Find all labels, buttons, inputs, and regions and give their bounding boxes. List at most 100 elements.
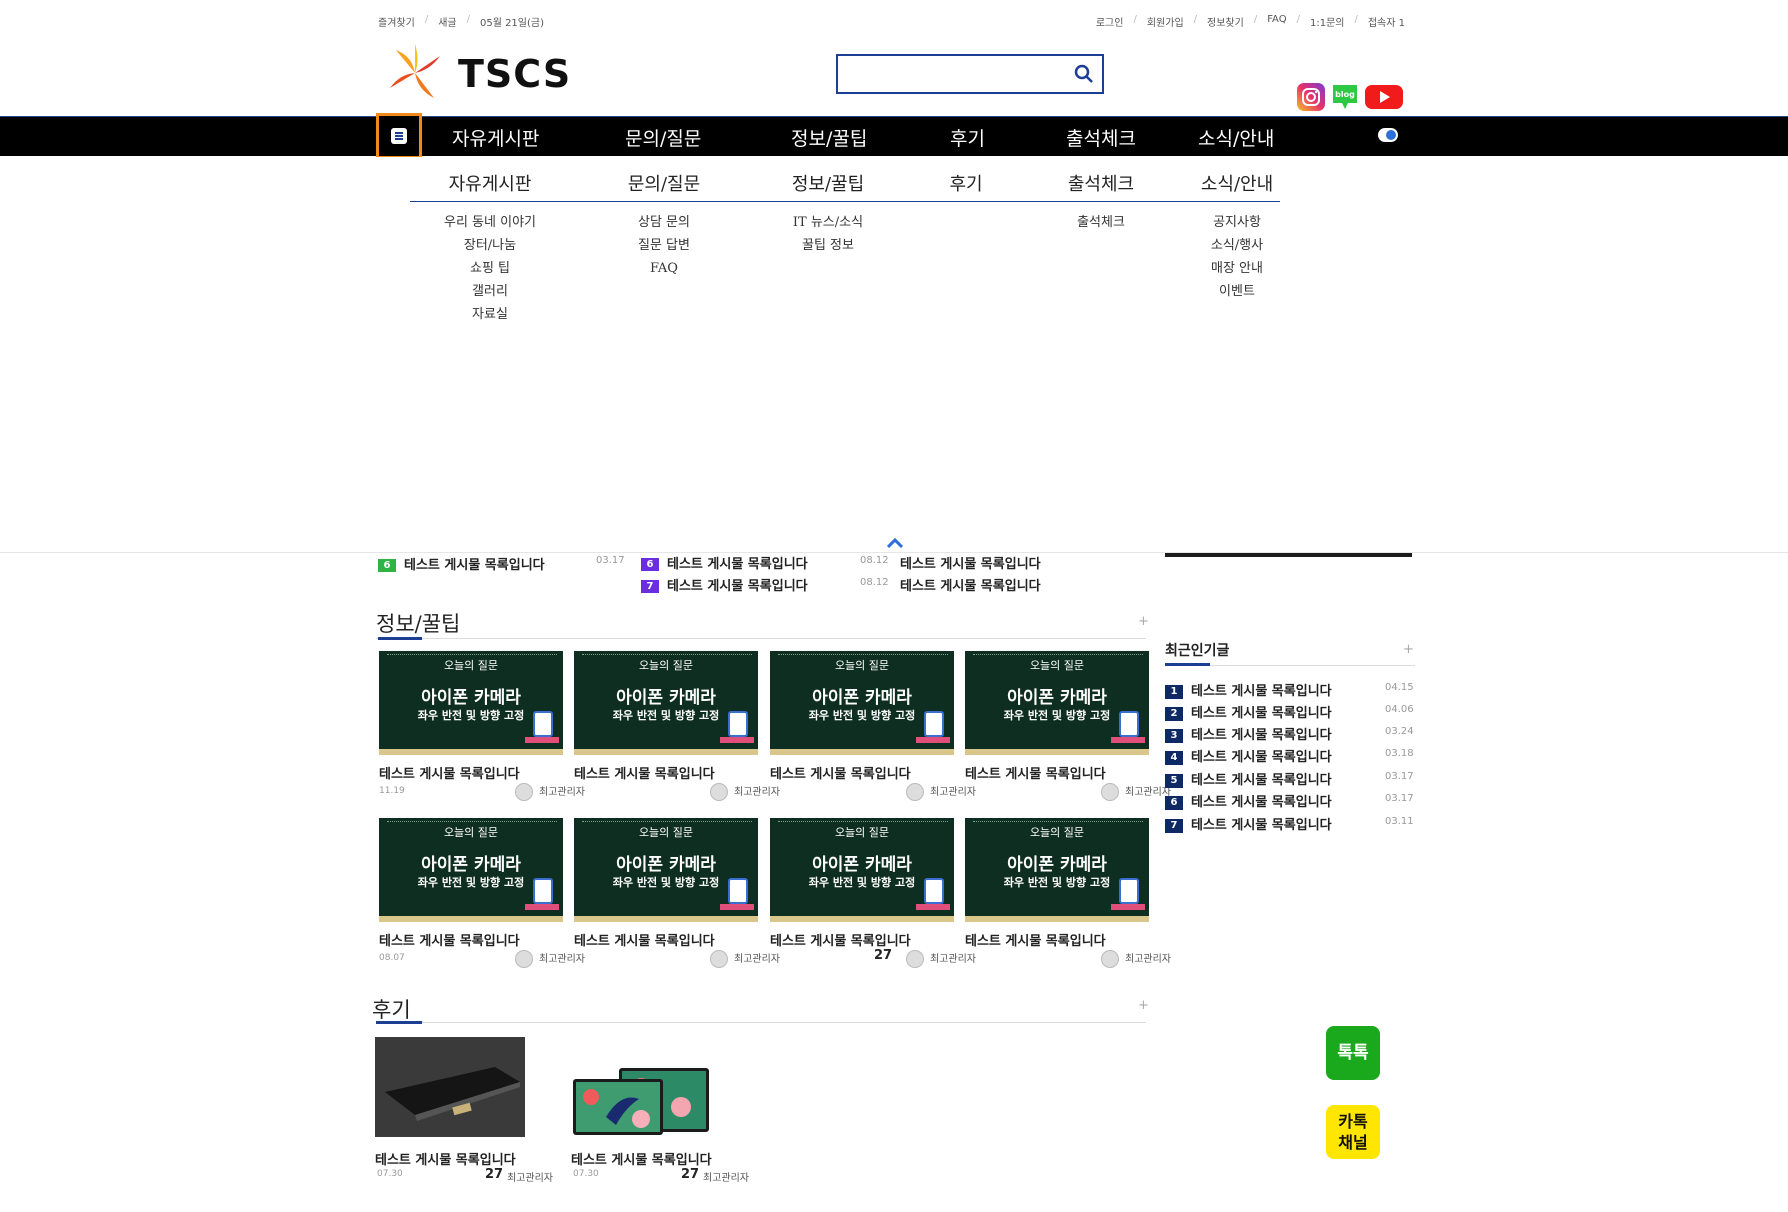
mega-menu-item[interactable]: FAQ — [574, 257, 754, 280]
popular-item-title: 테스트 게시물 목록입니다 — [1191, 684, 1332, 699]
logo-text: TSCS — [458, 52, 572, 96]
mega-menu-heading[interactable]: 문의/질문 — [574, 169, 754, 201]
more-info-link[interactable]: + — [1138, 614, 1149, 629]
nav-attendance[interactable]: 출석체크 — [1066, 124, 1136, 151]
list-item-title: 테스트 게시물 목록입니다 — [667, 557, 808, 572]
talk-button[interactable]: 톡톡 — [1326, 1026, 1380, 1080]
list-item[interactable]: 6 테스트 게시물 목록입니다 — [641, 553, 808, 572]
mega-menu-item[interactable]: 갤러리 — [400, 280, 580, 303]
new-posts-link[interactable]: 새글 — [438, 14, 456, 29]
avatar — [1101, 950, 1119, 968]
popular-item[interactable]: 5 테스트 게시물 목록입니다 — [1165, 769, 1332, 788]
avatar — [906, 783, 924, 801]
post-thumbnail: 오늘의 질문 아이폰 카메라 좌우 반전 및 방향 고정 — [574, 651, 758, 755]
section-title-underline — [378, 637, 422, 640]
thumbnail-title: 아이폰 카메라 — [1007, 855, 1107, 875]
thumbnail-stand — [916, 737, 950, 743]
site-logo[interactable]: TSCS — [384, 42, 584, 104]
review-count: 27 — [485, 1167, 504, 1182]
search-input[interactable] — [838, 56, 1058, 92]
mega-menu-item[interactable]: IT 뉴스/소식 — [738, 211, 918, 234]
post-thumbnail: 오늘의 질문 아이폰 카메라 좌우 반전 및 방향 고정 — [770, 651, 954, 755]
mega-menu-item[interactable]: 장터/나눔 — [400, 234, 580, 257]
thumbnail-stand — [916, 904, 950, 910]
phone-icon — [924, 711, 944, 737]
mega-menu-item[interactable]: 우리 동네 이야기 — [400, 211, 580, 234]
mega-menu-item[interactable]: 소식/행사 — [1147, 234, 1327, 257]
rank-badge: 7 — [1165, 818, 1183, 833]
review-title: 테스트 게시물 목록입니다 — [375, 1153, 516, 1168]
separator: / — [1193, 14, 1198, 25]
popular-item[interactable]: 3 테스트 게시물 목록입니다 — [1165, 724, 1332, 743]
chevron-up-icon[interactable] — [884, 536, 906, 550]
list-item[interactable]: 6 테스트 게시물 목록입니다 — [378, 554, 545, 573]
section-divider — [376, 638, 1146, 639]
phone-icon — [728, 878, 748, 904]
phone-icon — [924, 878, 944, 904]
popular-item-title: 테스트 게시물 목록입니다 — [1191, 728, 1332, 743]
post-author: 최고관리자 — [734, 954, 780, 965]
rank-badge: 6 — [1165, 795, 1183, 810]
mega-menu-item[interactable]: 쇼핑 팁 — [400, 257, 580, 280]
thumbnail-title: 아이폰 카메라 — [616, 688, 716, 708]
visitor-count[interactable]: 접속자 1 — [1368, 14, 1405, 29]
mega-menu-heading[interactable]: 소식/안내 — [1147, 169, 1327, 201]
avatar — [515, 950, 533, 968]
nav-news[interactable]: 소식/안내 — [1198, 124, 1274, 151]
popular-item[interactable]: 2 테스트 게시물 목록입니다 — [1165, 702, 1332, 721]
mega-menu-heading[interactable]: 자유게시판 — [400, 169, 580, 201]
popular-title: 최근인기글 — [1165, 643, 1230, 659]
thumbnail-caption: 오늘의 질문 — [443, 659, 499, 672]
mega-menu-item[interactable]: 상담 문의 — [574, 211, 754, 234]
bookmark-link[interactable]: 즐겨찾기 — [378, 14, 415, 29]
login-link[interactable]: 로그인 — [1096, 14, 1124, 29]
list-item[interactable]: 7 테스트 게시물 목록입니다 — [641, 575, 808, 594]
post-date: 08.07 — [379, 953, 405, 963]
mega-menu-item[interactable]: 꿀팁 정보 — [738, 234, 918, 257]
more-popular-link[interactable]: + — [1403, 642, 1414, 657]
youtube-icon[interactable] — [1364, 82, 1404, 112]
popular-item-date: 04.15 — [1385, 682, 1414, 693]
more-review-link[interactable]: + — [1138, 998, 1149, 1013]
review-image-tablet — [571, 1037, 721, 1137]
separator: / — [1253, 14, 1258, 25]
search-icon[interactable] — [1072, 62, 1096, 86]
list-item-title[interactable]: 테스트 게시물 목록입니다 — [900, 553, 1041, 572]
mega-menu-item[interactable]: 공지사항 — [1147, 211, 1327, 234]
thumbnail-stand — [720, 904, 754, 910]
instagram-icon[interactable] — [1296, 82, 1326, 112]
popular-item[interactable]: 6 테스트 게시물 목록입니다 — [1165, 791, 1332, 810]
nav-info-tips[interactable]: 정보/꿀팁 — [791, 124, 867, 151]
faq-link[interactable]: FAQ — [1267, 14, 1286, 29]
phone-icon — [533, 878, 553, 904]
kakao-channel-button[interactable]: 카톡 채널 — [1326, 1105, 1380, 1159]
nav-inquiry[interactable]: 문의/질문 — [625, 124, 701, 151]
popular-item-date: 03.18 — [1385, 748, 1414, 759]
thumbnail-title: 아이폰 카메라 — [812, 855, 912, 875]
mega-menu-item[interactable]: 자료실 — [400, 303, 580, 326]
post-title: 테스트 게시물 목록입니다 — [574, 934, 715, 949]
post-author: 최고관리자 — [930, 954, 976, 965]
mega-menu-item[interactable]: 질문 답변 — [574, 234, 754, 257]
menu-button[interactable] — [376, 113, 422, 159]
signup-link[interactable]: 회원가입 — [1147, 14, 1184, 29]
nav-reviews[interactable]: 후기 — [950, 124, 985, 151]
inquiry-link[interactable]: 1:1문의 — [1310, 14, 1345, 29]
mega-menu-item[interactable]: 매장 안내 — [1147, 257, 1327, 280]
popular-item-date: 03.11 — [1385, 816, 1414, 827]
popular-item[interactable]: 1 테스트 게시물 목록입니다 — [1165, 680, 1332, 699]
popular-item[interactable]: 7 테스트 게시물 목록입니다 — [1165, 814, 1332, 833]
list-item-title[interactable]: 테스트 게시물 목록입니다 — [900, 575, 1041, 594]
find-info-link[interactable]: 정보찾기 — [1207, 14, 1244, 29]
mega-menu-item[interactable]: 이벤트 — [1147, 280, 1327, 303]
nav-free-board[interactable]: 자유게시판 — [452, 124, 539, 151]
list-item-title: 테스트 게시물 목록입니다 — [667, 579, 808, 594]
section-title-review: 후기 — [372, 998, 411, 1022]
popular-item[interactable]: 4 테스트 게시물 목록입니다 — [1165, 746, 1332, 765]
list-item-date: 08.12 — [860, 577, 889, 588]
kakao-label-line2: 채널 — [1338, 1133, 1368, 1152]
thumbnail-stand — [525, 904, 559, 910]
blog-icon[interactable]: blog — [1330, 82, 1360, 112]
toggle-icon[interactable] — [1378, 128, 1398, 142]
review-author: 최고관리자 — [703, 1173, 749, 1184]
